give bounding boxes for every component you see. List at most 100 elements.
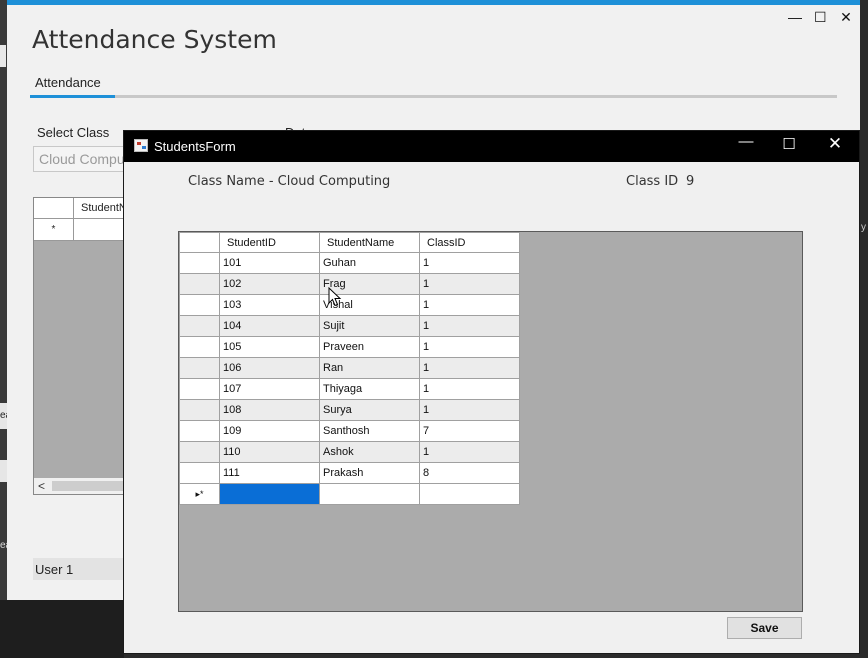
status-text: User 1 [35,562,74,577]
select-class-label: Select Class [37,125,110,140]
status-bar: User 1 [33,558,133,580]
cell-studentname[interactable]: Praveen [319,336,420,358]
table-row[interactable]: 108 Surya 1 [179,399,520,421]
row-header[interactable] [179,315,220,337]
cell-classid[interactable]: 8 [419,462,520,484]
row-header[interactable] [179,420,220,442]
horizontal-scrollbar[interactable]: < [34,478,132,494]
table-row[interactable]: 106 Ran 1 [179,357,520,379]
table-row[interactable]: 102 Frag 1 [179,273,520,295]
table-row[interactable]: 109 Santhosh 7 [179,420,520,442]
row-header[interactable] [179,294,220,316]
cell-studentid[interactable]: 101 [219,252,320,274]
cell-studentid[interactable]: 104 [219,315,320,337]
new-row[interactable]: * [34,219,132,241]
cell-classid[interactable]: 1 [419,399,520,421]
scroll-thumb[interactable] [52,481,132,491]
grid-header: StudentName [34,198,132,219]
close-button[interactable]: ✕ [840,10,852,24]
table-row[interactable]: 104 Sujit 1 [179,315,520,337]
row-header[interactable] [179,399,220,421]
window-controls: — ☐ ✕ [788,10,852,24]
dialog-title: StudentsForm [154,139,236,154]
row-header-corner [34,198,74,218]
cell-studentname[interactable]: Guhan [319,252,420,274]
class-id-label: Class ID [626,174,679,189]
class-id-value: 9 [686,174,695,189]
new-row-marker: * [34,219,74,240]
table-row[interactable]: 111 Prakash 8 [179,462,520,484]
table-row[interactable]: 105 Praveen 1 [179,336,520,358]
cell-studentid[interactable]: 106 [219,357,320,379]
background-window-fragment [0,45,6,67]
cell-studentid[interactable]: 103 [219,294,320,316]
cell-classid[interactable]: 1 [419,378,520,400]
dialog-close-button[interactable]: ✕ [825,134,845,154]
cell-classid[interactable]: 1 [419,357,520,379]
form-app-icon [134,139,148,152]
cell-studentname[interactable]: Surya [319,399,420,421]
tab-active-indicator [30,95,115,98]
cell-studentname[interactable]: Ashok [319,441,420,463]
cell-studentid[interactable]: 108 [219,399,320,421]
cell-classid[interactable]: 1 [419,294,520,316]
tab-attendance[interactable]: Attendance [35,75,101,90]
column-header-studentname[interactable]: StudentName [319,232,420,253]
cell-classid[interactable]: 1 [419,315,520,337]
new-cell-studentid[interactable] [219,483,320,505]
row-header[interactable] [179,462,220,484]
table-row[interactable]: 101 Guhan 1 [179,252,520,274]
cell-studentname[interactable]: Santhosh [319,420,420,442]
cell-studentid[interactable]: 102 [219,273,320,295]
app-title: Attendance System [32,25,277,54]
background-text: y [861,222,866,233]
dialog-titlebar[interactable]: StudentsForm — ☐ ✕ [124,131,859,162]
table-row[interactable]: 103 Vishal 1 [179,294,520,316]
maximize-button[interactable]: ☐ [814,10,827,24]
cell-classid[interactable]: 1 [419,441,520,463]
cell-studentid[interactable]: 111 [219,462,320,484]
cell-studentid[interactable]: 110 [219,441,320,463]
class-name-label: Class Name - Cloud Computing [188,174,391,189]
class-select[interactable]: Cloud Computing [33,146,133,172]
row-header[interactable] [179,336,220,358]
dialog-maximize-button[interactable]: ☐ [779,135,799,153]
row-header[interactable] [179,357,220,379]
cell-studentid[interactable]: 107 [219,378,320,400]
mouse-cursor-icon [328,287,342,307]
column-header-studentid[interactable]: StudentID [219,232,320,253]
desktop-right-edge: y [860,0,868,658]
new-cell-studentname[interactable] [319,483,420,505]
minimize-button[interactable]: — [788,10,802,24]
dialog-minimize-button[interactable]: — [736,133,756,150]
column-header-classid[interactable]: ClassID [419,232,520,253]
cell-classid[interactable]: 1 [419,336,520,358]
table-row[interactable]: 107 Thiyaga 1 [179,378,520,400]
cell-studentname[interactable]: Thiyaga [319,378,420,400]
cell-studentname[interactable]: Ran [319,357,420,379]
new-row-marker: ▸* [179,483,220,505]
tab-track [30,95,837,98]
cell-studentid[interactable]: 109 [219,420,320,442]
cell-studentid[interactable]: 105 [219,336,320,358]
table-row[interactable]: 110 Ashok 1 [179,441,520,463]
row-header[interactable] [179,273,220,295]
cell-studentname[interactable]: Prakash [319,462,420,484]
row-header-corner [179,232,220,253]
cell-classid[interactable]: 7 [419,420,520,442]
save-button[interactable]: Save [727,617,802,639]
cell-studentname[interactable]: Sujit [319,315,420,337]
attendance-grid[interactable]: StudentName * < [33,197,133,495]
desktop-bottom-area [0,600,124,658]
row-header[interactable] [179,378,220,400]
row-header[interactable] [179,252,220,274]
students-form-window: StudentsForm — ☐ ✕ Class Name - Cloud Co… [123,130,860,654]
scroll-left-icon[interactable]: < [38,478,45,494]
grid-header-row: StudentID StudentName ClassID [179,232,520,253]
students-grid[interactable]: StudentID StudentName ClassID 101 Guhan 1 1… [178,231,803,612]
row-header[interactable] [179,441,220,463]
new-cell-classid[interactable] [419,483,520,505]
new-row[interactable]: ▸* [179,483,520,505]
cell-classid[interactable]: 1 [419,273,520,295]
cell-classid[interactable]: 1 [419,252,520,274]
